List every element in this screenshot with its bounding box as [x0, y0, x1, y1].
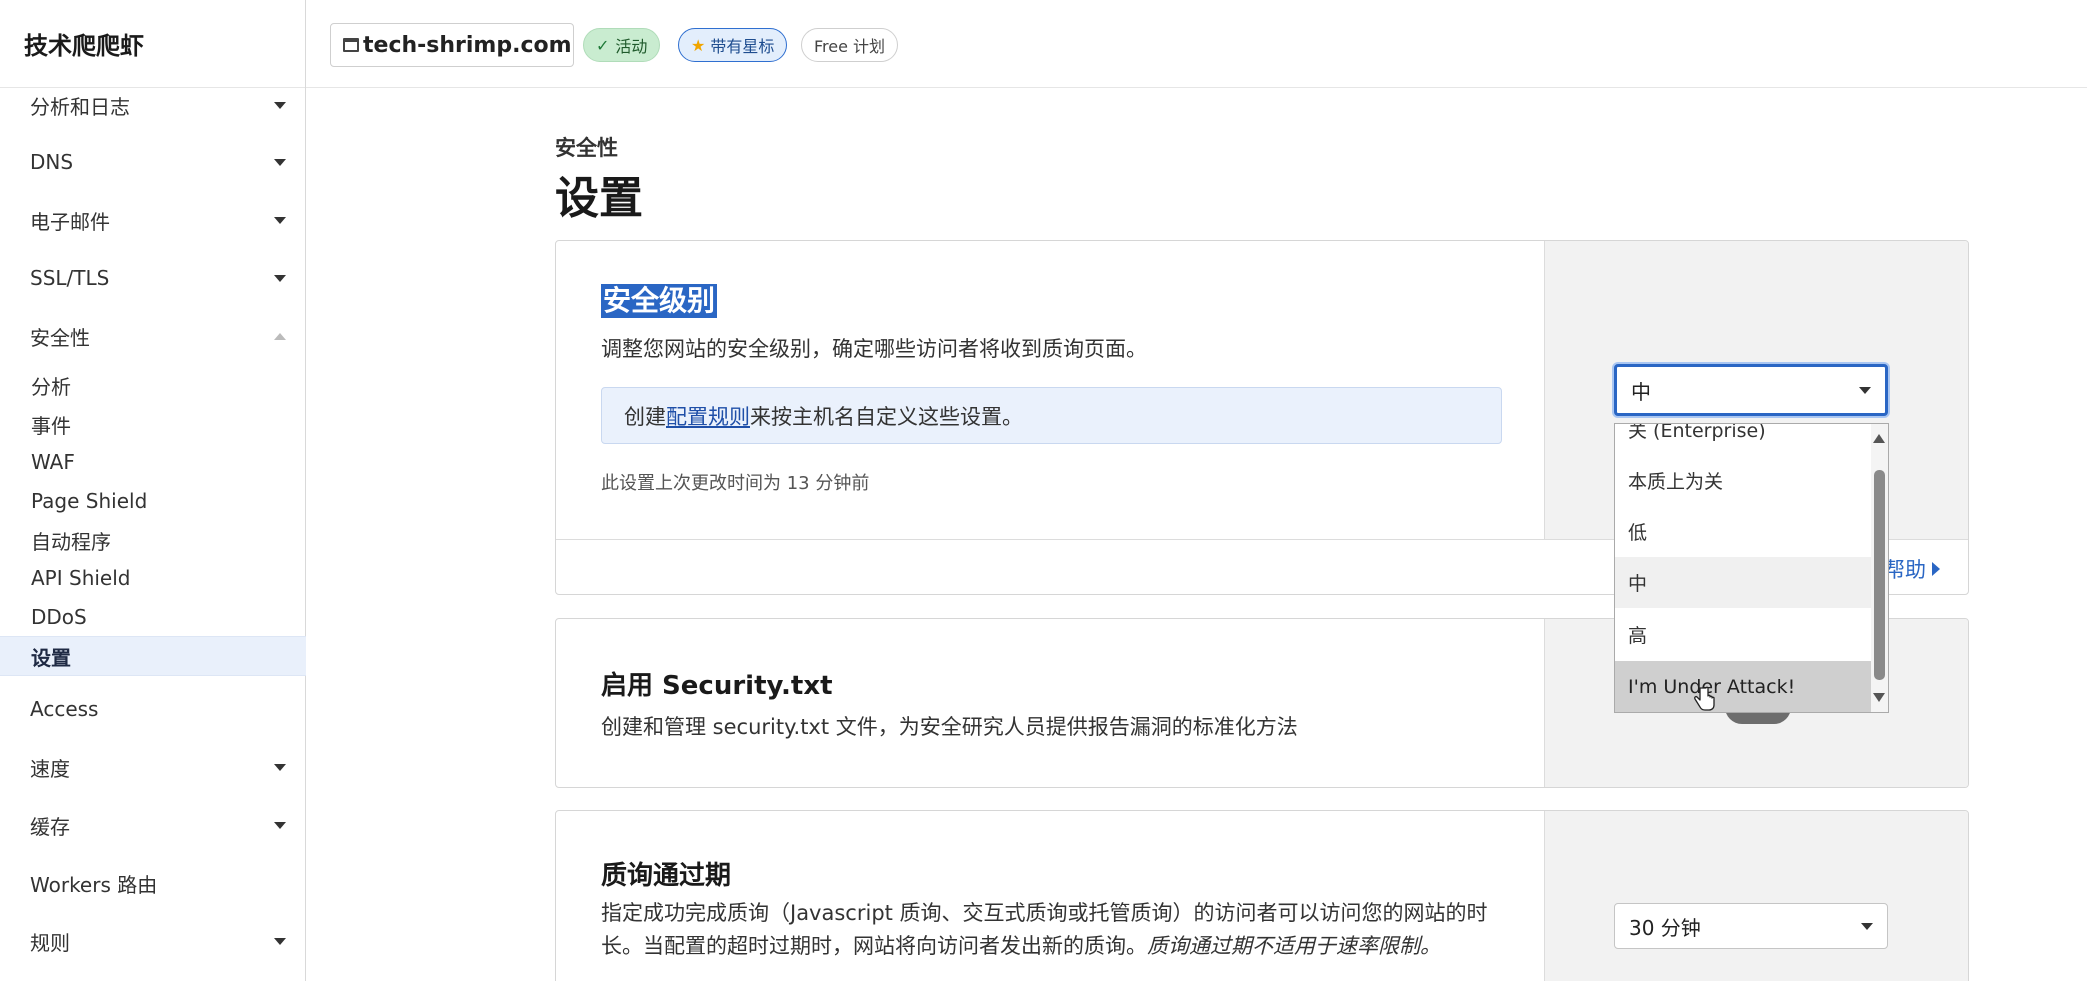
- nav-dns[interactable]: DNS: [0, 144, 306, 180]
- nav-label: Workers 路由: [30, 872, 158, 897]
- info-text: 来按主机名自定义这些设置。: [750, 404, 1023, 429]
- chevron-down-icon: [274, 274, 286, 282]
- chevron-up-icon: [274, 332, 286, 340]
- select-value: 30 分钟: [1629, 915, 1701, 940]
- nav-label: 安全性: [30, 325, 90, 350]
- chevron-down-icon: [274, 158, 286, 166]
- security-txt-title: 启用 Security.txt: [601, 671, 833, 701]
- sidebar-item-waf[interactable]: WAF: [0, 445, 306, 479]
- scroll-down-icon[interactable]: [1873, 693, 1885, 702]
- sidebar-item-settings[interactable]: 设置: [0, 636, 306, 676]
- security-level-select[interactable]: 中: [1614, 364, 1888, 416]
- chevron-down-icon: [274, 937, 286, 945]
- breadcrumb: 安全性: [555, 136, 618, 160]
- nav-email[interactable]: 电子邮件: [0, 202, 306, 238]
- last-changed-text: 此设置上次更改时间为 13 分钟前: [601, 473, 870, 494]
- nav-label: Access: [30, 697, 99, 721]
- check-icon: ✓: [596, 35, 610, 55]
- sidebar: 技术爬爬虾 分析和日志 DNS 电子邮件 SSL/TLS 安全性 分析 事件 W…: [0, 0, 306, 981]
- configuration-rules-link[interactable]: 配置规则: [666, 401, 750, 431]
- plan-badge[interactable]: Free 计划: [801, 28, 899, 62]
- dropdown-option-essentially-off[interactable]: 本质上为关: [1615, 455, 1873, 506]
- challenge-passage-select[interactable]: 30 分钟: [1614, 903, 1888, 949]
- nav-label: 分析和日志: [30, 94, 130, 119]
- nav-analytics-logs[interactable]: 分析和日志: [0, 88, 306, 122]
- dropdown-option-medium[interactable]: 中: [1615, 557, 1873, 608]
- dropdown-option-low[interactable]: 低: [1615, 506, 1873, 557]
- nav-rules[interactable]: 规则: [0, 923, 306, 959]
- dropdown-option-high[interactable]: 高: [1615, 609, 1873, 660]
- hand-cursor-icon: [1694, 686, 1715, 711]
- status-badge-active: ✓ 活动: [583, 28, 661, 62]
- chevron-down-icon: [1859, 386, 1871, 394]
- domain-selector[interactable]: tech-shrimp.com: [330, 23, 574, 67]
- info-callout: 创建 配置规则 来按主机名自定义这些设置。: [601, 387, 1502, 444]
- nav-label: SSL/TLS: [30, 266, 110, 290]
- nav-cache[interactable]: 缓存: [0, 807, 306, 843]
- sidebar-item-api-shield[interactable]: API Shield: [0, 561, 306, 595]
- description-note: 质询通过期不适用于速率限制。: [1147, 934, 1441, 958]
- scroll-up-icon[interactable]: [1873, 434, 1885, 443]
- dropdown-scrollbar[interactable]: [1871, 424, 1888, 712]
- chevron-down-icon: [274, 101, 286, 109]
- nav-security[interactable]: 安全性: [0, 318, 306, 354]
- nav-label: 规则: [30, 930, 70, 955]
- help-label: 帮助: [1884, 558, 1926, 582]
- sidebar-item-analytics[interactable]: 分析: [0, 368, 306, 402]
- starred-badge[interactable]: ★ 带有星标: [678, 28, 788, 62]
- nav-label: 电子邮件: [30, 209, 110, 234]
- brand-name[interactable]: 技术爬爬虾: [0, 0, 305, 88]
- chevron-down-icon: [274, 216, 286, 224]
- nav-label: 缓存: [30, 814, 70, 839]
- top-bar: tech-shrimp.com ✓ 活动 ★ 带有星标 Free 计划: [306, 0, 2087, 88]
- dropdown-option-under-attack[interactable]: I'm Under Attack!: [1615, 661, 1873, 712]
- nav-label: DNS: [30, 150, 74, 174]
- card-control-panel: [1544, 811, 1968, 981]
- nav-access[interactable]: Access: [0, 691, 306, 727]
- badge-label: 带有星标: [710, 37, 775, 56]
- nav-workers-routes[interactable]: Workers 路由: [0, 865, 306, 901]
- domain-name: tech-shrimp.com: [363, 32, 572, 58]
- challenge-passage-card: 质询通过期 指定成功完成质询（Javascript 质询、交互式质询或托管质询）…: [555, 810, 1969, 981]
- nav-label: 速度: [30, 756, 70, 781]
- star-icon: ★: [691, 35, 706, 55]
- challenge-passage-title: 质询通过期: [601, 861, 732, 891]
- challenge-passage-description: 指定成功完成质询（Javascript 质询、交互式质询或托管质询）的访问者可以…: [601, 897, 1501, 963]
- caret-right-icon: [1932, 562, 1940, 576]
- sidebar-item-ddos[interactable]: DDoS: [0, 600, 306, 634]
- security-level-description: 调整您网站的安全级别，确定哪些访问者将收到质询页面。: [601, 337, 1147, 361]
- chevron-down-icon: [1861, 922, 1873, 930]
- help-link[interactable]: 帮助: [1884, 554, 1940, 584]
- dropdown-option-off-enterprise[interactable]: 关 (Enterprise): [1615, 424, 1873, 455]
- security-level-dropdown[interactable]: 关 (Enterprise) 本质上为关 低 中 高 I'm Under Att…: [1614, 423, 1889, 713]
- scrollbar-thumb[interactable]: [1874, 470, 1885, 680]
- nav-ssl-tls[interactable]: SSL/TLS: [0, 260, 306, 296]
- nav-speed[interactable]: 速度: [0, 749, 306, 785]
- security-txt-description: 创建和管理 security.txt 文件，为安全研究人员提供报告漏洞的标准化方…: [601, 715, 1298, 739]
- sidebar-item-events[interactable]: 事件: [0, 407, 306, 441]
- info-text: 创建: [624, 404, 666, 429]
- security-level-title: 安全级别: [601, 284, 718, 318]
- sidebar-item-page-shield[interactable]: Page Shield: [0, 484, 306, 518]
- chevron-down-icon: [274, 763, 286, 771]
- page-title: 设置: [555, 173, 643, 224]
- chevron-down-icon: [274, 821, 286, 829]
- badge-label: 活动: [615, 37, 648, 56]
- select-value: 中: [1631, 379, 1651, 404]
- sidebar-item-bots[interactable]: 自动程序: [0, 523, 306, 557]
- window-icon: [343, 38, 359, 52]
